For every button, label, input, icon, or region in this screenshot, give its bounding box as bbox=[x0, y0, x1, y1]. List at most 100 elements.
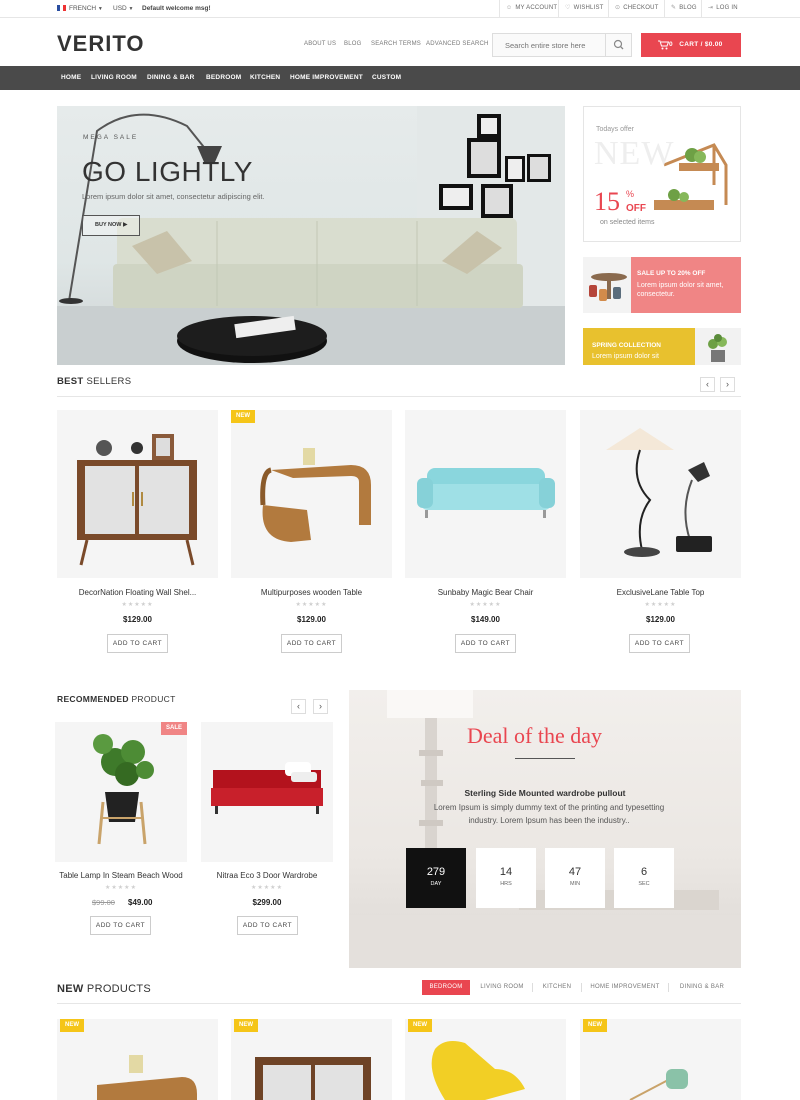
promo-off-label: OFF bbox=[626, 203, 646, 214]
login-link[interactable]: ⇥ LOG IN bbox=[701, 0, 738, 17]
bestsellers-next-button[interactable]: › bbox=[720, 377, 735, 392]
login-icon: ⇥ bbox=[708, 5, 714, 11]
product-name[interactable]: Table Lamp In Steam Beach Wood bbox=[55, 871, 187, 880]
search-icon bbox=[613, 39, 624, 50]
add-to-cart-button[interactable]: ADD TO CART bbox=[107, 634, 168, 653]
product-name[interactable]: Sunbaby Magic Bear Chair bbox=[405, 588, 566, 597]
blog-link[interactable]: ✎ BLOG bbox=[664, 0, 697, 17]
countdown-minutes: 47 MIN bbox=[545, 848, 605, 908]
product-price: $49.00 bbox=[128, 898, 153, 907]
bestsellers-prev-button[interactable]: ‹ bbox=[700, 377, 715, 392]
product-image-blue-sofa[interactable] bbox=[405, 410, 566, 578]
cart-count: 0 bbox=[669, 41, 673, 48]
product-name[interactable]: ExclusiveLane Table Top bbox=[580, 588, 741, 597]
product-price: $129.00 bbox=[297, 615, 326, 624]
divider bbox=[532, 983, 533, 992]
search-button[interactable] bbox=[605, 34, 631, 56]
promo-spring-collection[interactable]: SPRING COLLECTION Lorem ipsum dolor sit bbox=[583, 328, 741, 365]
welcome-message: Default welcome msg! bbox=[142, 5, 211, 12]
product-image-cabinet[interactable]: NEW bbox=[231, 1019, 392, 1100]
add-to-cart-button[interactable]: ADD TO CART bbox=[629, 634, 690, 653]
flag-icon bbox=[57, 5, 66, 11]
tab-home-improvement[interactable]: HOME IMPROVEMENT bbox=[584, 980, 666, 995]
product-image-desk-lamp[interactable]: NEW bbox=[580, 1019, 741, 1100]
rating-stars: ★★★★★ bbox=[251, 885, 283, 891]
rating-stars: ★★★★★ bbox=[469, 602, 502, 608]
promo-sale-image bbox=[583, 257, 631, 313]
product-price: $299.00 bbox=[252, 898, 282, 907]
cart-icon bbox=[658, 40, 669, 50]
my-account-link[interactable]: ☺ MY ACCOUNT bbox=[499, 0, 557, 17]
currency-selector[interactable]: USD ▼ bbox=[113, 5, 134, 12]
tab-bedroom[interactable]: BEDROOM bbox=[422, 980, 470, 995]
nav-search-terms[interactable]: SEARCH TERMS bbox=[371, 41, 421, 47]
mainnav-kitchen[interactable]: KITCHEN bbox=[250, 66, 280, 90]
product-image-plant-stand[interactable]: SALE bbox=[55, 722, 187, 862]
promo-sale[interactable]: SALE UP TO 20% OFF Lorem ipsum dolor sit… bbox=[583, 257, 741, 313]
cart-button[interactable]: 0 CART / $0.00 bbox=[641, 33, 741, 57]
add-to-cart-button[interactable]: ADD TO CART bbox=[237, 916, 298, 935]
divider bbox=[57, 396, 741, 397]
rating-stars: ★★★★★ bbox=[644, 602, 677, 608]
hero-banner[interactable]: MEGA SALE GO LIGHTLY Lorem ipsum dolor s… bbox=[57, 106, 565, 365]
promo-spring-title: SPRING COLLECTION bbox=[592, 342, 661, 349]
user-icon: ☺ bbox=[506, 5, 513, 11]
mainnav-dining-bar[interactable]: DINING & BAR bbox=[147, 66, 195, 90]
product-price: $129.00 bbox=[646, 615, 675, 624]
product-price: $149.00 bbox=[471, 615, 500, 624]
site-logo[interactable]: VERITO bbox=[57, 31, 145, 57]
deal-title: Deal of the day bbox=[467, 723, 602, 748]
mainnav-living-room[interactable]: LIVING ROOM bbox=[91, 66, 137, 90]
search-input[interactable] bbox=[493, 34, 607, 56]
tab-dining-bar[interactable]: DINING & BAR bbox=[672, 980, 732, 995]
add-to-cart-button[interactable]: ADD TO CART bbox=[90, 916, 151, 935]
old-price: $99.00 bbox=[92, 898, 115, 907]
promo-sale-title: SALE UP TO 20% OFF bbox=[637, 270, 706, 277]
language-selector[interactable]: FRENCH ▼ bbox=[57, 5, 103, 12]
product-name[interactable]: Nitraa Eco 3 Door Wardrobe bbox=[201, 871, 333, 880]
recommended-heading: RECOMMENDED PRODUCT bbox=[57, 694, 176, 704]
wishlist-link[interactable]: ♡ WISHLIST bbox=[558, 0, 604, 17]
add-to-cart-button[interactable]: ADD TO CART bbox=[455, 634, 516, 653]
mainnav-bedroom[interactable]: BEDROOM bbox=[206, 66, 241, 90]
mainnav-home-improvement[interactable]: HOME IMPROVEMENT bbox=[290, 66, 363, 90]
promo-new-watermark: NEW bbox=[594, 135, 675, 172]
rating-stars: ★★★★★ bbox=[121, 602, 154, 608]
promo-spring-text: Lorem ipsum dolor sit bbox=[592, 353, 659, 360]
product-image-yellow-chair[interactable]: NEW bbox=[405, 1019, 566, 1100]
deal-of-the-day[interactable]: Deal of the day Sterling Side Mounted wa… bbox=[349, 690, 741, 968]
nav-advanced-search[interactable]: ADVANCED SEARCH bbox=[426, 41, 489, 47]
rating-stars: ★★★★★ bbox=[295, 602, 328, 608]
checkout-link[interactable]: ⊙ CHECKOUT bbox=[608, 0, 659, 17]
promo-discount-value: 15 bbox=[594, 187, 620, 216]
product-image-cabinet[interactable] bbox=[57, 410, 218, 578]
product-image-table-lamp[interactable] bbox=[580, 410, 741, 578]
product-image-wooden-table[interactable]: NEW bbox=[57, 1019, 218, 1100]
mainnav-custom[interactable]: CUSTOM bbox=[372, 66, 401, 90]
nav-about-us[interactable]: ABOUT US bbox=[304, 41, 336, 47]
add-to-cart-button[interactable]: ADD TO CART bbox=[281, 634, 342, 653]
recommended-prev-button[interactable]: ‹ bbox=[291, 699, 306, 714]
product-name[interactable]: Multipurposes wooden Table bbox=[231, 588, 392, 597]
divider bbox=[581, 983, 582, 992]
chevron-right-icon: › bbox=[319, 701, 322, 711]
promo-todays-offer[interactable]: Todays offer NEW 15 % OFF on selected it… bbox=[583, 106, 741, 242]
mainnav-home[interactable]: HOME bbox=[61, 66, 81, 90]
tab-kitchen[interactable]: KITCHEN bbox=[535, 980, 579, 995]
product-image-red-sofa-bed[interactable] bbox=[201, 722, 333, 862]
buy-now-button[interactable]: BUY NOW ▶ bbox=[82, 215, 140, 236]
rating-stars: ★★★★★ bbox=[105, 885, 137, 891]
nav-blog[interactable]: BLOG bbox=[344, 41, 361, 47]
recommended-next-button[interactable]: › bbox=[313, 699, 328, 714]
new-badge: NEW bbox=[234, 1019, 258, 1032]
checkout-icon: ⊙ bbox=[615, 5, 621, 11]
bestsellers-heading: BEST SELLERS bbox=[57, 376, 132, 387]
tab-living-room[interactable]: LIVING ROOM bbox=[474, 980, 530, 995]
new-badge: NEW bbox=[60, 1019, 84, 1032]
search-box bbox=[492, 33, 632, 57]
divider bbox=[515, 758, 575, 759]
deal-description: Lorem Ipsum is simply dummy text of the … bbox=[433, 803, 665, 825]
product-image-wooden-table[interactable]: NEW bbox=[231, 410, 392, 578]
product-name[interactable]: DecorNation Floating Wall Shel... bbox=[57, 588, 218, 597]
hero-kicker: MEGA SALE bbox=[83, 134, 139, 141]
